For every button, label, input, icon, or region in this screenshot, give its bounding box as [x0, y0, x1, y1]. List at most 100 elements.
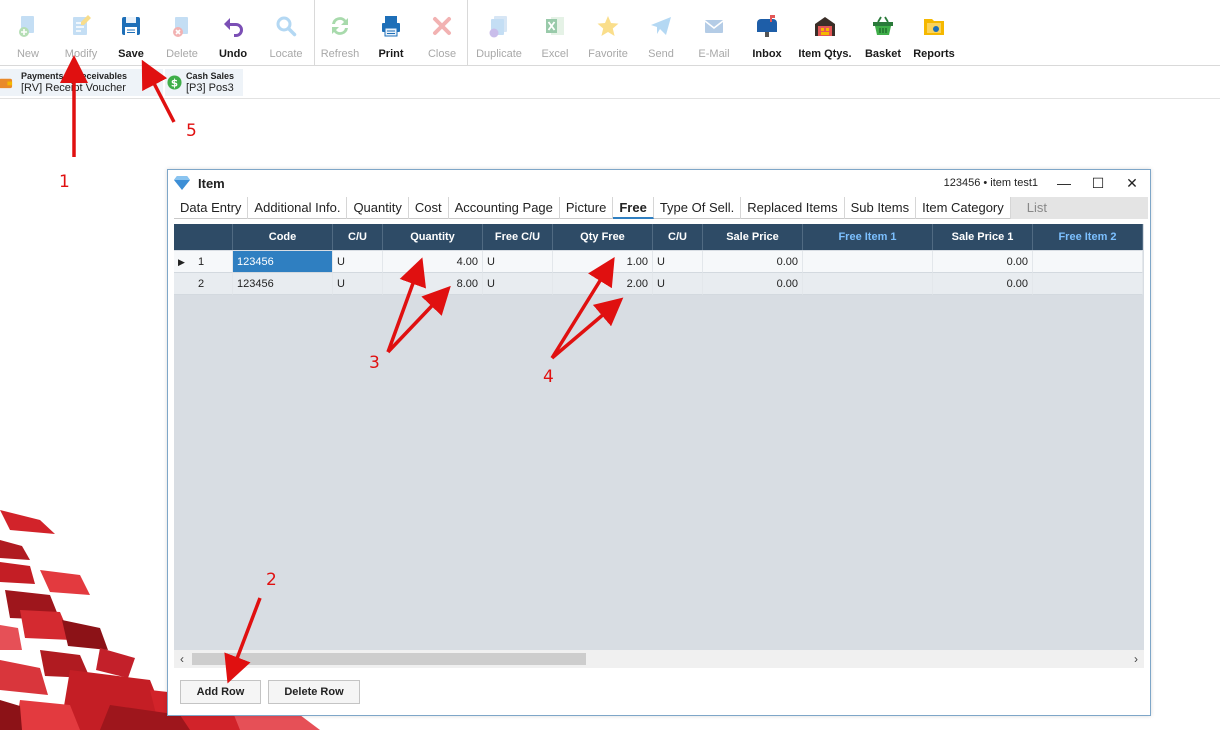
- cell-cu[interactable]: U: [333, 251, 383, 273]
- inbox-icon: [757, 15, 777, 37]
- annotation-label-1: 1: [59, 172, 70, 192]
- cell-free-item-2[interactable]: [1033, 251, 1143, 273]
- cell-free-cu[interactable]: U: [483, 251, 553, 273]
- free-items-grid: Code C/U Quantity Free C/U Qty Free C/U …: [174, 224, 1144, 650]
- cell-code[interactable]: 123456: [233, 273, 333, 295]
- basket-button[interactable]: Basket: [858, 0, 908, 66]
- cell-sale-price[interactable]: 0.00: [703, 251, 803, 273]
- window-tab-payments-receivables[interactable]: Payments & Receivables [RV] Receipt Vouc…: [0, 69, 163, 96]
- tab-additional-info[interactable]: Additional Info.: [248, 197, 348, 219]
- maximize-button[interactable]: ☐: [1088, 173, 1108, 193]
- warehouse-icon: [815, 17, 835, 36]
- cell-cu-2[interactable]: U: [653, 273, 703, 295]
- wallet-icon: [0, 78, 13, 89]
- favorite-label: Favorite: [588, 48, 628, 60]
- column-header-quantity[interactable]: Quantity: [383, 224, 483, 250]
- excel-icon: [546, 17, 564, 35]
- cell-sale-price-1[interactable]: 0.00: [933, 251, 1033, 273]
- new-button[interactable]: New: [0, 0, 56, 66]
- column-header-code[interactable]: Code: [233, 224, 333, 250]
- tab-quantity[interactable]: Quantity: [347, 197, 409, 219]
- row-indicator[interactable]: ▶ 1: [174, 251, 233, 273]
- column-header-sale-price[interactable]: Sale Price: [703, 224, 803, 250]
- tab-replaced-items[interactable]: Replaced Items: [741, 197, 845, 219]
- tab-accounting-page[interactable]: Accounting Page: [449, 197, 560, 219]
- scrollbar-thumb[interactable]: [192, 653, 586, 665]
- close-label: Close: [427, 48, 457, 60]
- refresh-button[interactable]: Refresh: [315, 0, 365, 66]
- column-header-cu-2[interactable]: C/U: [653, 224, 703, 250]
- row-indicator[interactable]: 2: [174, 273, 233, 295]
- tab-data-entry[interactable]: Data Entry: [174, 197, 249, 219]
- duplicate-button[interactable]: Duplicate: [468, 0, 530, 66]
- table-row[interactable]: ▶ 1 123456 U 4.00 U 1.00 U 0.00 0.00: [174, 251, 1143, 273]
- cell-code[interactable]: 123456: [233, 251, 333, 273]
- tab-picture[interactable]: Picture: [560, 197, 614, 219]
- save-button[interactable]: Save: [106, 0, 156, 66]
- dollar-icon: $: [167, 75, 182, 90]
- inbox-button[interactable]: Inbox: [742, 0, 792, 66]
- cell-free-item-1[interactable]: [803, 273, 933, 295]
- main-toolbar: New Modify Save Delete Undo Locate Refre…: [0, 0, 1220, 66]
- cell-cu-2[interactable]: U: [653, 251, 703, 273]
- reports-button[interactable]: Reports: [908, 0, 960, 66]
- cell-cu[interactable]: U: [333, 273, 383, 295]
- print-button[interactable]: Print: [365, 0, 417, 66]
- add-row-button[interactable]: Add Row: [180, 680, 261, 704]
- duplicate-icon: [489, 16, 507, 38]
- close-button[interactable]: Close: [417, 0, 467, 66]
- table-row[interactable]: 2 123456 U 8.00 U 2.00 U 0.00 0.00: [174, 273, 1143, 295]
- print-icon: [382, 16, 400, 37]
- tab-free[interactable]: Free: [613, 197, 654, 219]
- modify-icon: [73, 15, 91, 35]
- cell-free-item-2[interactable]: [1033, 273, 1143, 295]
- horizontal-scrollbar[interactable]: ‹ ›: [174, 650, 1144, 668]
- send-label: Send: [648, 48, 674, 60]
- cell-free-cu[interactable]: U: [483, 273, 553, 295]
- cell-free-item-1[interactable]: [803, 251, 933, 273]
- modify-button[interactable]: Modify: [56, 0, 106, 66]
- annotation-label-5: 5: [186, 121, 197, 141]
- reports-icon: [924, 19, 944, 35]
- scroll-left-icon[interactable]: ‹: [174, 650, 190, 668]
- email-icon: [704, 20, 724, 33]
- undo-button[interactable]: Undo: [208, 0, 258, 66]
- column-header-sale-price-1[interactable]: Sale Price 1: [933, 224, 1033, 250]
- tab-cost[interactable]: Cost: [409, 197, 449, 219]
- cell-sale-price-1[interactable]: 0.00: [933, 273, 1033, 295]
- favorite-button[interactable]: Favorite: [580, 0, 636, 66]
- window-tab-cash-sales[interactable]: $ Cash Sales [P3] Pos3: [165, 69, 243, 96]
- diamond-icon: [174, 176, 190, 190]
- reports-label: Reports: [913, 48, 955, 60]
- cell-qty-free[interactable]: 2.00: [553, 273, 653, 295]
- minimize-button[interactable]: —: [1054, 173, 1074, 193]
- locate-button[interactable]: Locate: [258, 0, 314, 66]
- item-qtys-button[interactable]: Item Qtys.: [792, 0, 858, 66]
- column-header-cu[interactable]: C/U: [333, 224, 383, 250]
- scroll-right-icon[interactable]: ›: [1128, 650, 1144, 668]
- inbox-label: Inbox: [752, 48, 782, 60]
- tab-type-of-sell[interactable]: Type Of Sell.: [654, 197, 742, 219]
- email-button[interactable]: E-Mail: [686, 0, 742, 66]
- modify-label: Modify: [64, 48, 98, 60]
- tab-item-category[interactable]: Item Category: [916, 197, 1011, 219]
- cell-qty-free[interactable]: 1.00: [553, 251, 653, 273]
- column-header-indicator: [174, 224, 233, 250]
- basket-label: Basket: [864, 48, 902, 60]
- cell-sale-price[interactable]: 0.00: [703, 273, 803, 295]
- cell-quantity[interactable]: 4.00: [383, 251, 483, 273]
- tab-list[interactable]: List: [1010, 197, 1148, 219]
- column-header-free-item-1[interactable]: Free Item 1: [803, 224, 933, 250]
- delete-row-button[interactable]: Delete Row: [268, 680, 360, 704]
- delete-button[interactable]: Delete: [156, 0, 208, 66]
- tab-sub-items[interactable]: Sub Items: [845, 197, 917, 219]
- current-row-arrow-icon: ▶: [178, 257, 185, 267]
- column-header-free-item-2[interactable]: Free Item 2: [1033, 224, 1143, 250]
- item-record-label: 123456 • item test1: [943, 177, 1038, 189]
- column-header-free-cu[interactable]: Free C/U: [483, 224, 553, 250]
- column-header-qty-free[interactable]: Qty Free: [553, 224, 653, 250]
- cell-quantity[interactable]: 8.00: [383, 273, 483, 295]
- excel-button[interactable]: Excel: [530, 0, 580, 66]
- window-close-button[interactable]: ✕: [1122, 173, 1142, 193]
- send-button[interactable]: Send: [636, 0, 686, 66]
